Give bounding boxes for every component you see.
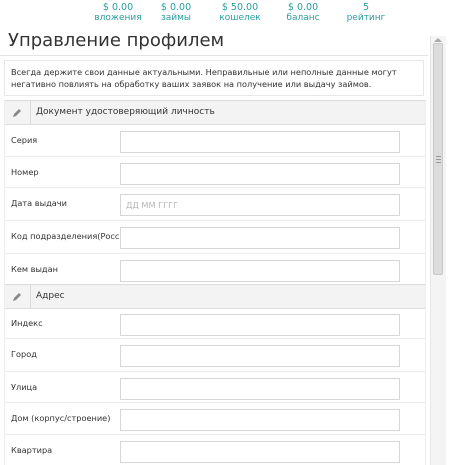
stat-label: займы xyxy=(160,13,192,23)
house-input[interactable] xyxy=(120,409,400,431)
field-label: Дата выдачи xyxy=(11,198,67,208)
field-label: Улица xyxy=(11,382,38,392)
stat-value: $ 50.00 xyxy=(221,2,259,13)
form-row-city: Город xyxy=(4,339,426,372)
grip-line xyxy=(436,159,441,160)
form-row-issued-by: Кем выдан xyxy=(4,254,426,284)
stat-wallet: $ 50.00 кошелек xyxy=(205,2,275,24)
form-row-division-code: Код подразделения(Россия) xyxy=(4,221,426,254)
pencil-icon xyxy=(4,101,31,124)
scrollbar-thumb[interactable] xyxy=(433,43,443,275)
postcode-input[interactable] xyxy=(120,314,400,336)
page-title: Управление профилем xyxy=(8,30,225,51)
stat-label: баланс xyxy=(286,13,320,23)
street-input[interactable] xyxy=(120,378,400,400)
form-row-postcode: Индекс xyxy=(4,308,426,339)
division-code-input[interactable] xyxy=(120,227,400,249)
form-left-border xyxy=(4,100,5,465)
stat-value: 5 xyxy=(362,2,370,13)
stat-value: $ 0.00 xyxy=(160,2,192,13)
form-row-house: Дом (корпус/строение) xyxy=(4,403,426,435)
city-input[interactable] xyxy=(120,345,400,367)
form-row-apartment: Квартира xyxy=(4,435,426,465)
grip-line xyxy=(436,162,441,163)
issue-date-input[interactable] xyxy=(120,194,400,216)
scrollbar[interactable] xyxy=(430,36,446,465)
issued-by-input[interactable] xyxy=(120,260,400,282)
stat-label: кошелек xyxy=(219,13,261,23)
field-label: Серия xyxy=(11,135,38,145)
stat-value: $ 0.00 xyxy=(287,2,319,13)
stat-loans: $ 0.00 займы xyxy=(141,2,211,24)
field-label: Квартира xyxy=(11,445,53,455)
stat-balance: $ 0.00 баланс xyxy=(268,2,338,24)
grip-line xyxy=(436,156,441,157)
scroll-up-arrow-icon[interactable] xyxy=(434,38,442,42)
form-row-number: Номер xyxy=(4,157,426,188)
field-label: Кем выдан xyxy=(11,264,58,274)
field-label: Индекс xyxy=(11,318,43,328)
section-title: Адрес xyxy=(36,291,65,301)
stats-bar: $ 0.00 вложения $ 0.00 займы $ 50.00 кош… xyxy=(0,0,450,27)
stat-label: рейтинг xyxy=(346,13,386,23)
field-label: Город xyxy=(11,349,37,359)
info-notice: Всегда держите свои данные актуальными. … xyxy=(4,60,424,96)
form-right-border xyxy=(425,100,426,465)
field-label: Дом (корпус/строение) xyxy=(11,413,111,423)
title-divider xyxy=(0,55,428,56)
form-row-issue-date: Дата выдачи xyxy=(4,188,426,221)
form-row-street: Улица xyxy=(4,372,426,403)
pencil-icon xyxy=(4,285,31,308)
field-label: Номер xyxy=(11,167,39,177)
field-label: Код подразделения(Россия) xyxy=(11,231,133,241)
series-input[interactable] xyxy=(120,131,400,153)
section-header-document: Документ удостоверяющий личность xyxy=(4,100,426,125)
section-header-address: Адрес xyxy=(4,284,426,309)
stat-rating: 5 рейтинг xyxy=(331,2,401,24)
section-title: Документ удостоверяющий личность xyxy=(36,107,215,117)
form-row-series: Серия xyxy=(4,125,426,157)
number-input[interactable] xyxy=(120,163,400,185)
apartment-input[interactable] xyxy=(120,441,400,463)
